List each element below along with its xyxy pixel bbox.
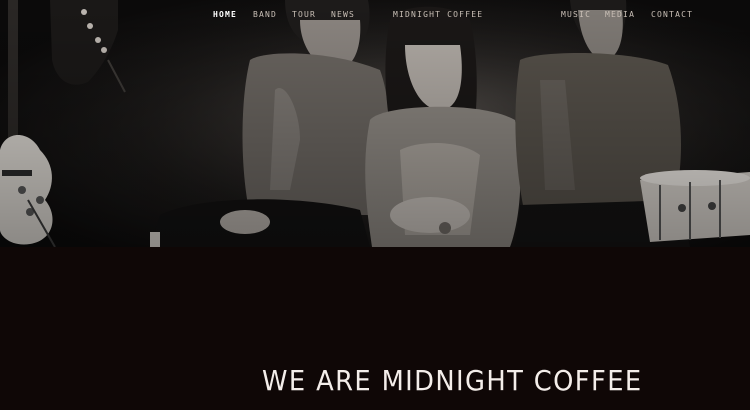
nav-home-link[interactable]: HOME — [213, 10, 237, 19]
nav-band-link[interactable]: BAND — [253, 10, 277, 19]
brand-logo-link[interactable]: MIDNIGHT COFFEE — [393, 10, 483, 19]
hero-band-photo — [0, 0, 750, 247]
band-photo-illustration — [0, 0, 750, 247]
nav-tour-link[interactable]: TOUR — [292, 10, 316, 19]
page-headline: WE ARE MIDNIGHT COFFEE — [262, 364, 643, 397]
page: HOME BAND TOUR NEWS MIDNIGHT COFFEE MUSI… — [0, 0, 750, 410]
top-nav: HOME BAND TOUR NEWS MIDNIGHT COFFEE MUSI… — [0, 0, 750, 30]
nav-contact-link[interactable]: CONTACT — [651, 10, 693, 19]
nav-music-link[interactable]: MUSIC — [561, 10, 591, 19]
nav-news-link[interactable]: NEWS — [331, 10, 355, 19]
nav-media-link[interactable]: MEDIA — [605, 10, 635, 19]
